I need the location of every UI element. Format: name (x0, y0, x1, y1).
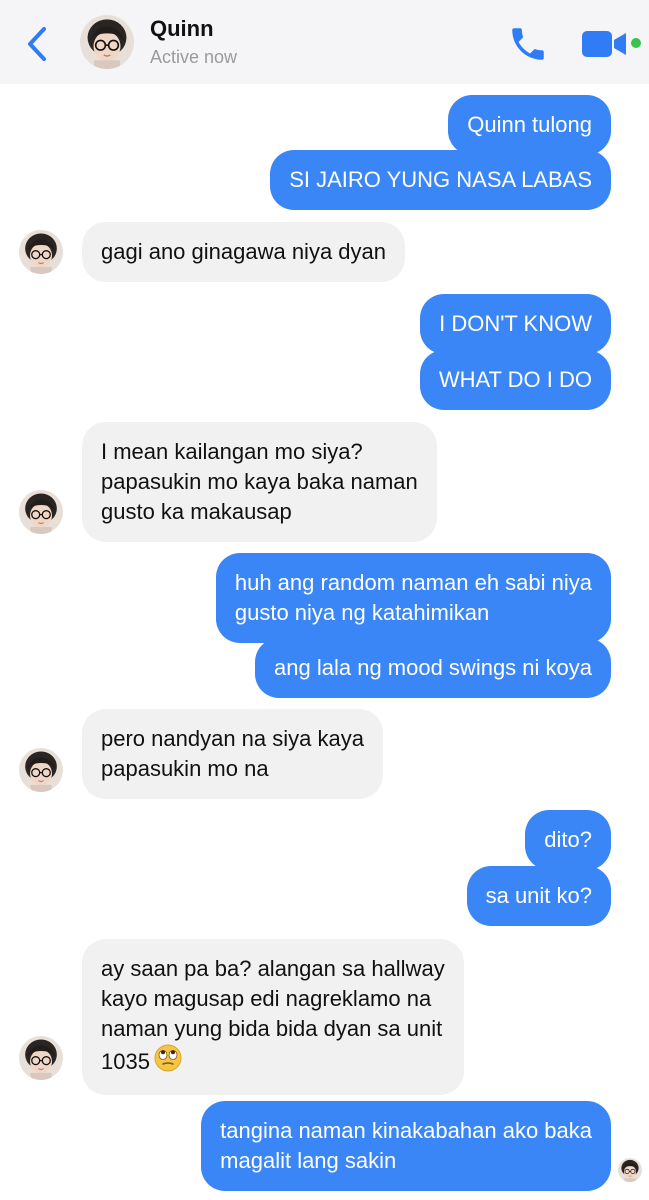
contact-avatar-small[interactable] (19, 748, 63, 792)
message-line: papasukin mo kaya baka naman (101, 469, 418, 494)
message-line: gusto ka makausap (101, 499, 292, 524)
message-bubble-incoming[interactable]: gagi ano ginagawa niya dyan (82, 222, 406, 282)
eye-roll-emoji (154, 1044, 182, 1080)
message-line: pero nandyan na siya kaya (101, 726, 364, 751)
message-bubble-outgoing[interactable]: I DON'T KNOW (420, 294, 611, 354)
chevron-left-icon (28, 27, 46, 61)
message-line: huh ang random naman eh sabi niya (234, 570, 592, 595)
message-bubble-outgoing[interactable]: Quinn tulong (448, 95, 611, 155)
contact-avatar[interactable] (80, 15, 134, 69)
message-line: tangina naman kinakabahan ako baka (220, 1118, 592, 1143)
message-bubble-incoming[interactable]: I mean kailangan mo siya? papasukin mo k… (82, 422, 437, 542)
contact-avatar-small[interactable] (19, 490, 63, 534)
call-button[interactable] (507, 23, 549, 65)
conversation-header: Quinn Active now (0, 0, 649, 84)
message-bubble-outgoing[interactable]: sa unit ko? (466, 866, 611, 926)
message-bubble-outgoing[interactable]: SI JAIRO YUNG NASA LABAS (270, 150, 611, 210)
video-camera-icon (582, 31, 626, 57)
message-line: magalit lang sakin (220, 1148, 397, 1173)
back-button[interactable] (22, 24, 54, 64)
message-bubble-incoming[interactable]: ay saan pa ba? alangan sa hallway kayo m… (82, 939, 464, 1095)
video-call-button[interactable] (580, 28, 630, 60)
message-line: naman yung bida bida dyan sa unit (101, 1016, 443, 1041)
message-bubble-incoming[interactable]: pero nandyan na siya kaya papasukin mo n… (82, 709, 383, 799)
message-bubble-outgoing[interactable]: WHAT DO I DO (419, 350, 611, 410)
message-line: kayo magusap edi nagreklamo na (101, 986, 432, 1011)
message-bubble-outgoing[interactable]: huh ang random naman eh sabi niya gusto … (215, 553, 611, 643)
phone-icon (512, 28, 544, 60)
contact-avatar-small[interactable] (19, 230, 63, 274)
message-bubble-outgoing[interactable]: dito? (525, 810, 611, 870)
message-line: I mean kailangan mo siya? (101, 439, 363, 464)
online-dot-icon (631, 38, 641, 48)
contact-status: Active now (150, 47, 238, 67)
message-line: gusto niya ng katahimikan (234, 600, 490, 625)
contact-avatar-small[interactable] (19, 1036, 63, 1080)
message-line: ay saan pa ba? alangan sa hallway (101, 956, 445, 981)
message-line-text: 1035 (101, 1049, 150, 1074)
message-line: 1035 (101, 1044, 445, 1080)
message-bubble-outgoing[interactable]: tangina naman kinakabahan ako baka magal… (201, 1101, 611, 1191)
message-line: papasukin mo na (101, 756, 269, 781)
seen-receipt-avatar (618, 1158, 642, 1182)
contact-name[interactable]: Quinn (150, 16, 214, 42)
message-bubble-outgoing[interactable]: ang lala ng mood swings ni koya (255, 638, 611, 698)
